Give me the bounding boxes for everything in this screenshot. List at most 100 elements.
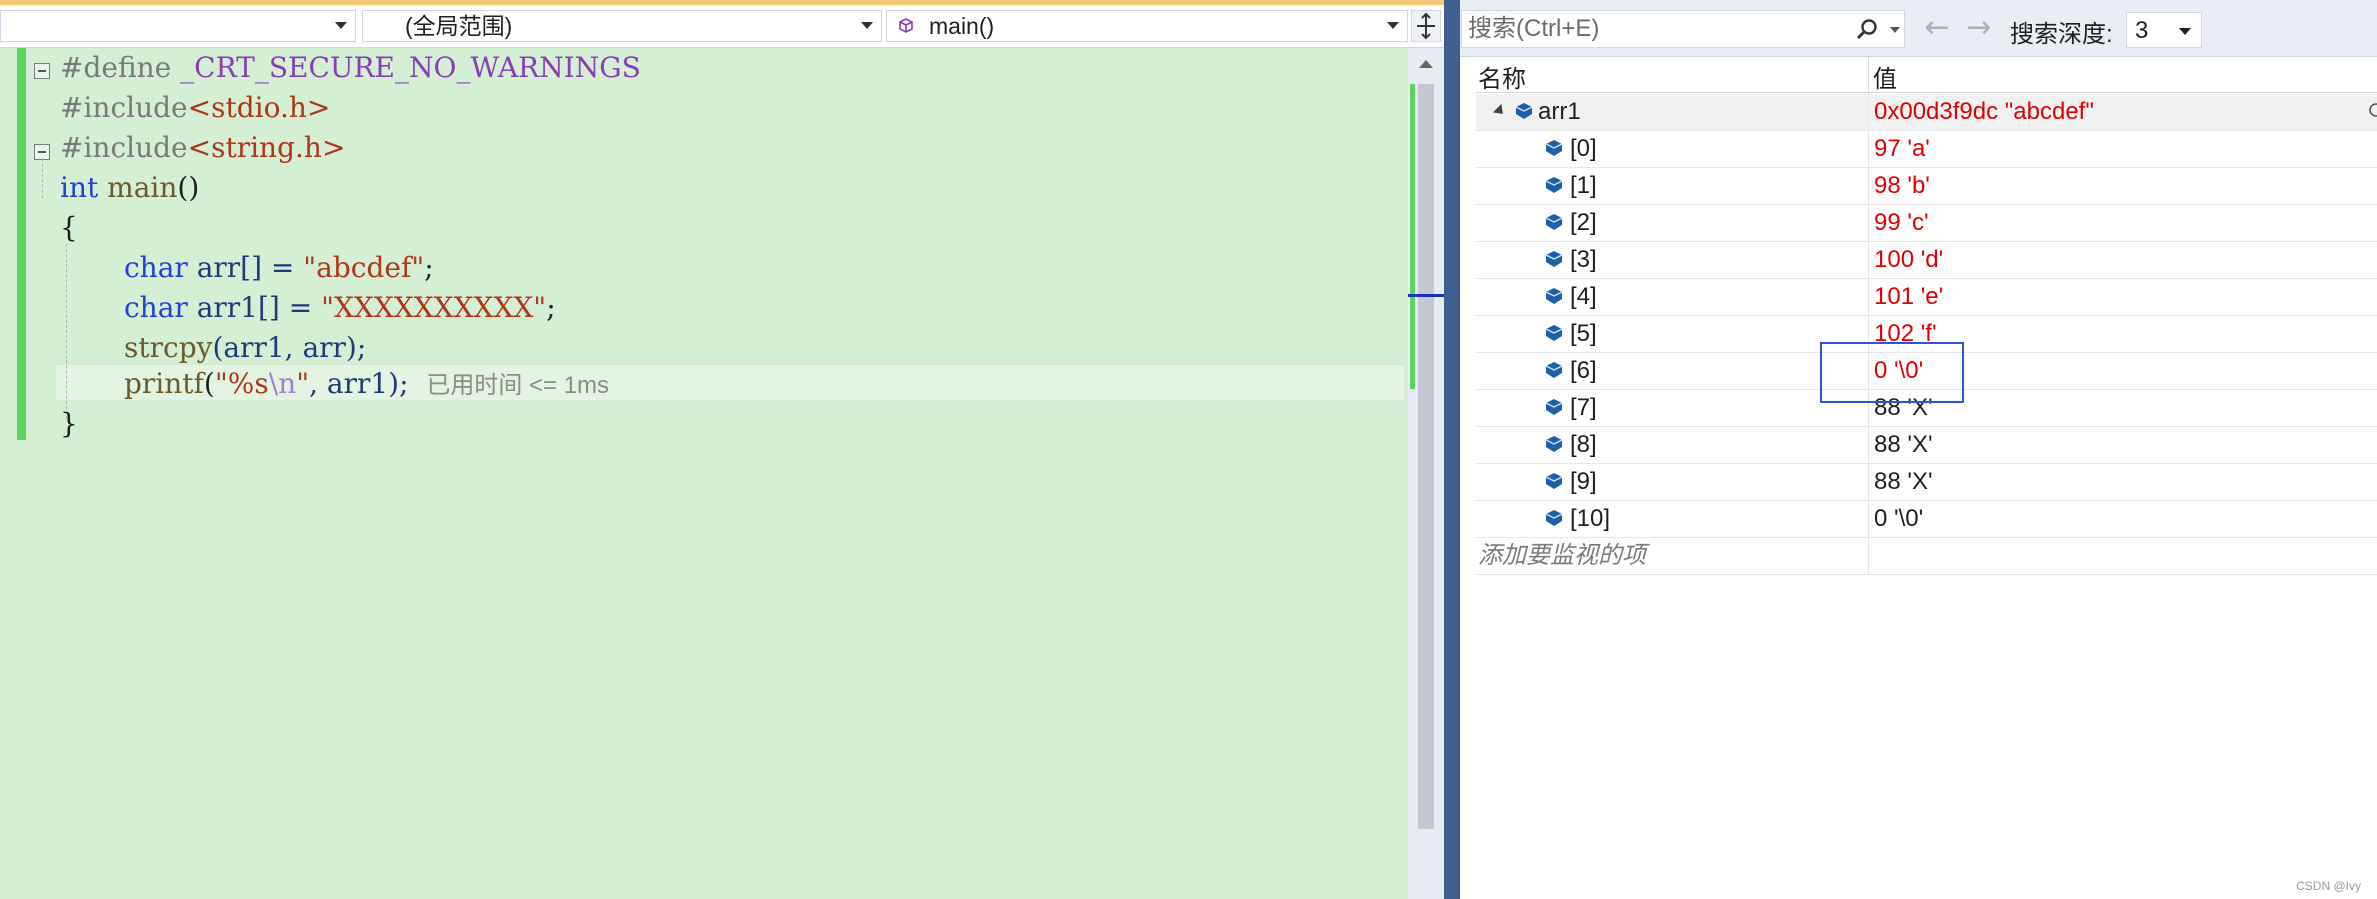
chevron-down-icon xyxy=(1387,22,1399,29)
row-separator xyxy=(1868,538,1869,575)
variable-cube-icon xyxy=(1545,399,1563,415)
variable-cube-icon xyxy=(1545,140,1563,156)
search-depth-value: 3 xyxy=(2135,17,2149,44)
watch-row-value[interactable]: 88 'X' xyxy=(1874,464,1933,500)
scroll-up-icon[interactable] xyxy=(1419,60,1433,68)
chevron-down-icon xyxy=(2179,28,2191,35)
row-separator xyxy=(1868,205,1869,242)
watch-row-value[interactable]: 0 '\0' xyxy=(1874,501,1923,537)
watch-window: ← → 搜索深度: 3 名称 值 arr1 0x00d3f9dc "abcdef… xyxy=(1460,0,2377,899)
project-dropdown[interactable] xyxy=(0,10,356,42)
watch-row-value[interactable]: 98 'b' xyxy=(1874,168,1930,204)
row-separator xyxy=(1868,94,1869,131)
method-cube-icon xyxy=(899,18,913,33)
variable-cube-icon xyxy=(1545,436,1563,452)
row-separator xyxy=(1868,464,1869,501)
scope-dropdown-value: (全局范围) xyxy=(405,13,513,39)
code-line-4: int main() xyxy=(60,171,200,204)
scrollbar-caret-marker xyxy=(1408,294,1444,297)
watch-row-name: [9] xyxy=(1570,468,1597,495)
watch-row-value[interactable]: 88 'X' xyxy=(1874,427,1933,463)
watch-row[interactable]: [2] 99 'c' xyxy=(1476,205,2377,242)
watch-row[interactable]: [0] 97 'a' xyxy=(1476,131,2377,168)
watch-row-value[interactable]: 97 'a' xyxy=(1874,131,1930,167)
watch-row-name: [2] xyxy=(1570,209,1597,236)
watch-row-name: [1] xyxy=(1570,172,1597,199)
watch-row-name: [8] xyxy=(1570,431,1597,458)
row-separator xyxy=(1868,131,1869,168)
search-icon[interactable] xyxy=(1854,17,1880,43)
watch-row-value[interactable]: 99 'c' xyxy=(1874,205,1929,241)
magnifier-icon[interactable] xyxy=(2367,102,2377,120)
search-back-button[interactable]: ← xyxy=(1920,12,1954,46)
scrollbar-change-marker xyxy=(1410,84,1415,389)
watch-row-name: [5] xyxy=(1570,320,1597,347)
variable-cube-icon xyxy=(1545,177,1563,193)
search-forward-button[interactable]: → xyxy=(1962,12,1996,46)
code-line-9: printf("%s\n", arr1); 已用时间 <= 1ms xyxy=(124,367,610,400)
variable-cube-icon xyxy=(1515,103,1533,119)
watch-row-name: arr1 xyxy=(1538,98,1581,125)
chevron-down-icon xyxy=(861,22,873,29)
watch-row-value[interactable]: 0x00d3f9dc "abcdef" xyxy=(1874,94,2094,130)
variable-cube-icon xyxy=(1545,325,1563,341)
code-line-8: strcpy(arr1, arr); xyxy=(124,331,367,364)
watch-row[interactable]: [4] 101 'e' xyxy=(1476,279,2377,316)
code-line-5: { xyxy=(60,211,78,244)
chevron-down-icon[interactable] xyxy=(1890,27,1900,33)
editor-vertical-scrollbar[interactable] xyxy=(1408,48,1444,899)
search-depth-dropdown[interactable]: 3 xyxy=(2126,12,2202,48)
variable-cube-icon xyxy=(1545,251,1563,267)
code-text-area[interactable]: #define _CRT_SECURE_NO_WARNINGS #include… xyxy=(0,48,1405,899)
split-icon xyxy=(1417,12,1435,40)
add-watch-placeholder[interactable]: 添加要监视的项 xyxy=(1478,538,1646,574)
variable-cube-icon xyxy=(1545,510,1563,526)
code-line-3: #include<string.h> xyxy=(60,131,346,164)
variable-cube-icon xyxy=(1545,288,1563,304)
column-resize-handle[interactable] xyxy=(1868,57,1869,93)
row-separator xyxy=(1868,168,1869,205)
scope-dropdown[interactable]: (全局范围) xyxy=(362,10,882,42)
variable-cube-icon xyxy=(1545,362,1563,378)
code-line-10: } xyxy=(60,407,78,440)
watch-row[interactable]: [9] 88 'X' xyxy=(1476,464,2377,501)
variable-cube-icon xyxy=(1545,214,1563,230)
watch-row-value[interactable]: 100 'd' xyxy=(1874,242,1943,278)
watch-row-name: [0] xyxy=(1570,135,1597,162)
row-separator xyxy=(1868,427,1869,464)
code-line-7: char arr1[] = "XXXXXXXXXX"; xyxy=(124,291,556,324)
annotation-highlight-box xyxy=(1820,342,1964,403)
code-line-1: #define _CRT_SECURE_NO_WARNINGS xyxy=(60,51,641,84)
code-line-6: char arr[] = "abcdef"; xyxy=(124,251,434,284)
watch-row[interactable]: arr1 0x00d3f9dc "abcdef" xyxy=(1476,94,2377,131)
watch-column-header: 名称 值 xyxy=(1476,57,2377,93)
watch-row-name: [10] xyxy=(1570,505,1611,532)
watch-search-box[interactable] xyxy=(1461,10,1905,48)
watch-search-input[interactable] xyxy=(1468,11,1828,47)
code-editor[interactable]: (全局范围) main() #define _CRT_SECURE_NO_WAR… xyxy=(0,0,1444,899)
row-separator xyxy=(1868,501,1869,538)
code-line-2: #include<stdio.h> xyxy=(60,91,331,124)
row-separator xyxy=(1868,279,1869,316)
pane-splitter[interactable] xyxy=(1444,0,1460,899)
watch-row[interactable]: [3] 100 'd' xyxy=(1476,242,2377,279)
watch-row-value[interactable]: 101 'e' xyxy=(1874,279,1943,315)
function-dropdown[interactable]: main() xyxy=(886,10,1408,42)
scrollbar-thumb[interactable] xyxy=(1418,84,1434,829)
watch-rows: arr1 0x00d3f9dc "abcdef" [0] 97 'a' [1] … xyxy=(1476,94,2377,575)
indent-guide xyxy=(42,158,43,198)
split-window-button[interactable] xyxy=(1411,10,1441,42)
watch-row[interactable]: [8] 88 'X' xyxy=(1476,427,2377,464)
indent-guide xyxy=(66,244,67,419)
watch-row[interactable]: [10] 0 '\0' xyxy=(1476,501,2377,538)
navigation-bar: (全局范围) main() xyxy=(0,5,1444,48)
column-header-value[interactable]: 值 xyxy=(1873,59,1897,94)
chevron-down-icon xyxy=(335,22,347,29)
perf-tip: 已用时间 <= 1ms xyxy=(426,372,610,399)
collapse-icon[interactable] xyxy=(34,63,50,79)
column-header-name[interactable]: 名称 xyxy=(1478,59,1526,94)
watch-row[interactable]: [1] 98 'b' xyxy=(1476,168,2377,205)
watch-row-name: [6] xyxy=(1570,357,1597,384)
collapse-triangle-icon[interactable] xyxy=(1492,103,1508,119)
add-watch-row[interactable]: 添加要监视的项 xyxy=(1476,538,2377,575)
